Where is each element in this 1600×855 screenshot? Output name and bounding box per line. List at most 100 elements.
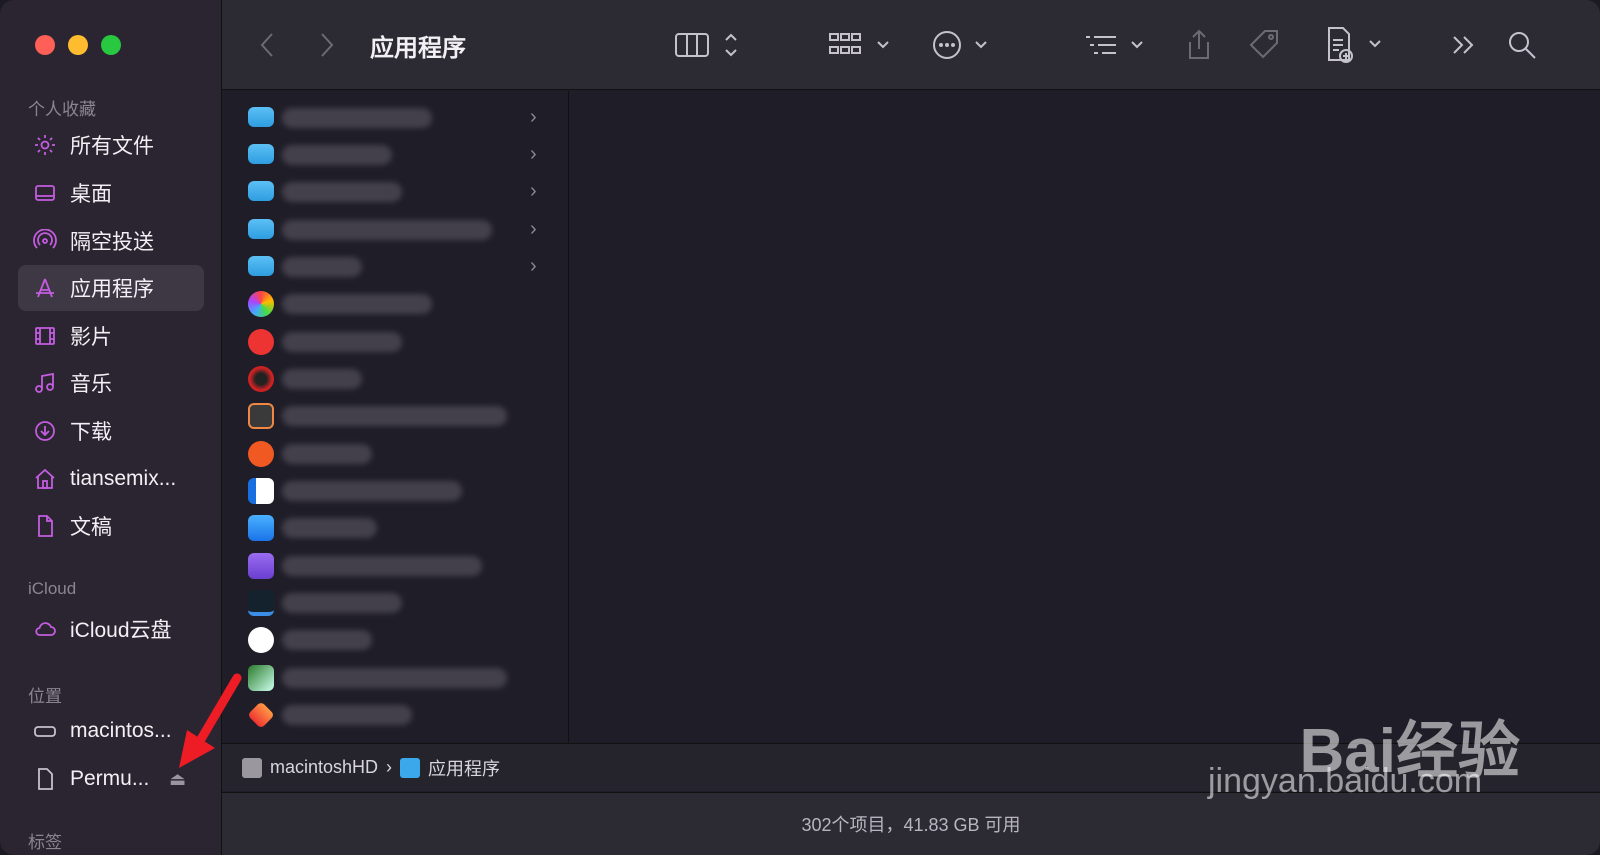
finder-window: 个人收藏 所有文件 桌面 隔空投送 应用程序 影片 音乐 下载 tiansemi… [0, 0, 1600, 855]
item-name-blurred [282, 181, 402, 202]
sidebar-item-movies[interactable]: 影片 [18, 313, 204, 359]
chevron-right-icon [321, 33, 334, 57]
file-icon [32, 766, 58, 792]
eject-icon[interactable]: ⏏ [169, 769, 186, 790]
sidebar-item-desktop[interactable]: 桌面 [18, 170, 204, 216]
sidebar-item-label: 隔空投送 [70, 231, 154, 254]
path-root[interactable]: macintoshHD [270, 757, 378, 778]
sidebar-item-icloud-drive[interactable]: iCloud云盘 [18, 606, 204, 652]
list-item[interactable] [222, 472, 569, 509]
folder-icon [400, 757, 421, 778]
list-item[interactable] [222, 509, 569, 546]
app-icon [248, 328, 274, 355]
disk-icon [242, 757, 262, 778]
item-name-blurred [282, 144, 392, 165]
folder-icon [248, 181, 274, 201]
minimize-window-button[interactable] [68, 35, 88, 55]
app-icon [248, 440, 274, 467]
columns-view-icon [675, 33, 737, 57]
view-mode-button[interactable] [674, 26, 742, 64]
desktop-icon [32, 180, 58, 206]
sidebar-item-music[interactable]: 音乐 [18, 360, 204, 406]
document-icon [32, 513, 58, 539]
app-icon [248, 402, 274, 429]
sidebar-item-home[interactable]: tiansemix... [18, 456, 204, 502]
sidebar-item-label: tiansemix... [70, 467, 177, 490]
app-icon [248, 477, 274, 504]
favorites-section-title: 个人收藏 [28, 100, 96, 119]
list-item[interactable]: › [222, 136, 569, 173]
double-chevron-right-icon [1453, 36, 1474, 54]
tags-section-title: 标签 [28, 833, 62, 852]
chevron-left-icon [260, 33, 273, 57]
status-text: 302个项目，41.83 GB 可用 [801, 815, 1021, 835]
item-name-blurred [282, 256, 362, 277]
more-toolbar-button[interactable] [1450, 26, 1478, 64]
list-item[interactable] [222, 659, 569, 696]
action-button[interactable] [930, 26, 994, 64]
airdrop-icon [32, 228, 58, 254]
list-item[interactable] [222, 696, 569, 733]
list-item[interactable]: › [222, 173, 569, 210]
list-item[interactable] [222, 584, 569, 621]
app-icon [248, 664, 274, 691]
search-icon [1509, 32, 1536, 59]
item-name-blurred [282, 107, 432, 128]
item-name-blurred [282, 219, 492, 240]
item-name-blurred [282, 443, 372, 464]
app-icon [248, 290, 274, 317]
sidebar-item-label: macintos... [70, 719, 172, 742]
path-current[interactable]: 应用程序 [428, 755, 500, 781]
icloud-section-title: iCloud [28, 579, 77, 598]
gear-icon [32, 132, 58, 158]
grid-icon [829, 33, 889, 54]
app-icon [248, 626, 274, 653]
sidebar-item-applications[interactable]: 应用程序 [18, 265, 204, 311]
sidebar-item-label: 应用程序 [70, 278, 154, 301]
list-item[interactable] [222, 397, 569, 434]
back-button[interactable] [256, 26, 278, 64]
share-button[interactable] [1184, 26, 1214, 64]
app-icon [248, 365, 274, 392]
sidebar-item-label: 桌面 [70, 183, 112, 206]
sidebar-item-label: 影片 [70, 326, 112, 349]
watermark-url: jingyan.baidu.com [1208, 762, 1483, 800]
sidebar-item-label: 下载 [70, 421, 112, 444]
list-item[interactable] [222, 360, 569, 397]
sidebar-item-label: Permu... [70, 767, 150, 790]
forward-button[interactable] [316, 26, 338, 64]
list-item[interactable]: › [222, 248, 569, 285]
new-document-button[interactable] [1326, 26, 1384, 64]
item-name-blurred [282, 293, 432, 314]
list-item[interactable] [222, 547, 569, 584]
share-icon [1189, 29, 1209, 59]
item-name-blurred [282, 667, 507, 688]
list-item[interactable] [222, 323, 569, 360]
list-item[interactable] [222, 621, 569, 658]
search-button[interactable] [1506, 26, 1538, 64]
maximize-window-button[interactable] [101, 35, 121, 55]
window-title: 应用程序 [370, 35, 466, 62]
annotation-arrow-icon [179, 673, 242, 768]
app-icon [248, 589, 274, 616]
sidebar-item-all-files[interactable]: 所有文件 [18, 122, 204, 168]
list-item[interactable] [222, 435, 569, 472]
item-name-blurred [282, 405, 507, 426]
tag-icon [1249, 30, 1278, 59]
locations-section-title: 位置 [28, 687, 62, 706]
list-item[interactable]: › [222, 211, 569, 248]
item-name-blurred [282, 704, 412, 725]
path-separator: › [386, 757, 393, 777]
sidebar-item-documents[interactable]: 文稿 [18, 503, 204, 549]
sidebar-item-airdrop[interactable]: 隔空投送 [18, 218, 204, 264]
item-name-blurred [282, 331, 402, 352]
list-item[interactable] [222, 285, 569, 322]
sidebar-item-downloads[interactable]: 下载 [18, 408, 204, 454]
preview-column [570, 91, 1600, 743]
app-icon [248, 552, 274, 579]
tag-button[interactable] [1248, 26, 1282, 64]
sort-button[interactable] [1084, 26, 1148, 64]
close-window-button[interactable] [35, 35, 55, 55]
list-item[interactable]: › [222, 99, 569, 136]
group-button[interactable] [828, 26, 892, 64]
